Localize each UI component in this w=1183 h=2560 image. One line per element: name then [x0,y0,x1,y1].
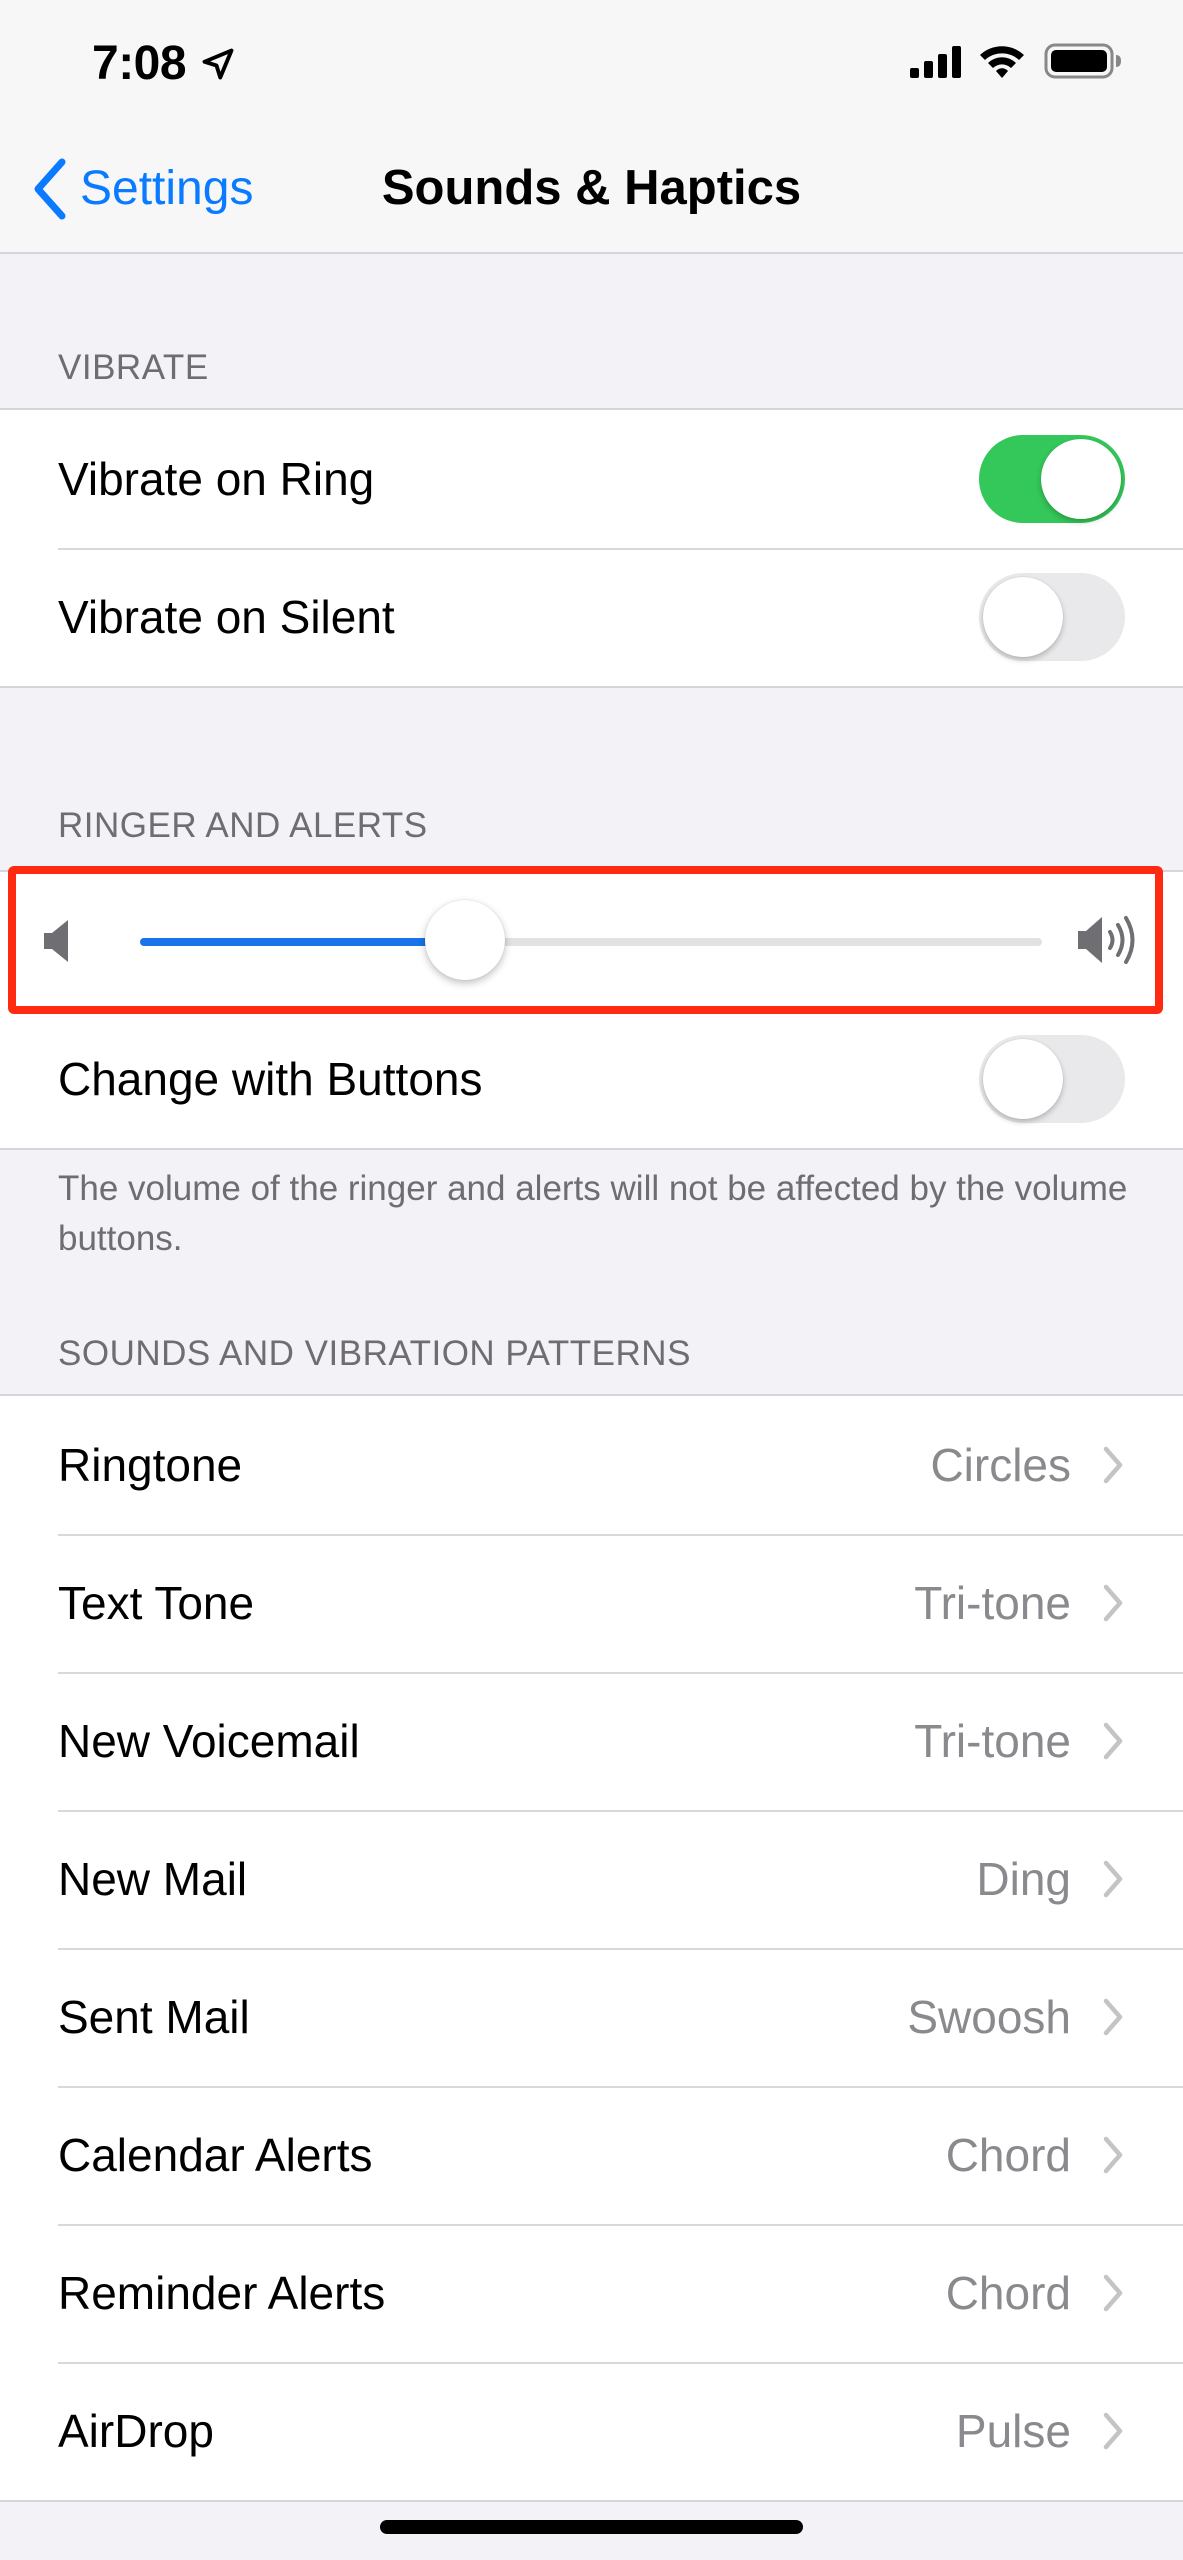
chevron-right-icon [1103,2274,1123,2312]
ringer-footer-note: The volume of the ringer and alerts will… [58,1169,1128,1258]
chevron-right-icon [1103,1860,1123,1898]
chevron-right-icon [1103,2136,1123,2174]
section-header-vibrate: VIBRATE [58,348,209,387]
row-label: New Mail [58,1853,248,1905]
list-item[interactable]: Calendar Alerts Chord [0,2086,1183,2224]
location-arrow-icon [202,48,234,80]
vibrate-group: Vibrate on Ring Vibrate on Silent [0,408,1183,688]
row-vibrate-on-silent: Vibrate on Silent [0,548,1183,686]
list-item[interactable]: New Voicemail Tri-tone [0,1672,1183,1810]
home-indicator [380,2520,803,2534]
chevron-right-icon [1103,1584,1123,1622]
row-label: Change with Buttons [58,1053,483,1105]
wifi-icon [980,46,1024,78]
ringer-volume-row [0,872,1183,1010]
row-label: Ringtone [58,1439,243,1491]
chevron-right-icon [1103,1722,1123,1760]
vibrate-on-silent-toggle[interactable] [979,573,1125,661]
row-change-with-buttons: Change with Buttons [0,1010,1183,1148]
list-item[interactable]: New Mail Ding [0,1810,1183,1948]
chevron-right-icon [1103,1446,1123,1484]
cellular-signal-icon [910,46,961,78]
row-value: Tri-tone [914,1577,1071,1629]
vibrate-on-ring-toggle[interactable] [979,435,1125,523]
chevron-right-icon [1103,1998,1123,2036]
row-value: Tri-tone [914,1715,1071,1767]
row-label: Vibrate on Silent [58,591,395,643]
status-bar: 7:08 [0,0,1183,130]
page-title: Sounds & Haptics [381,161,802,215]
toggle-knob [983,577,1063,657]
list-item[interactable]: Ringtone Circles [0,1396,1183,1534]
row-value: Ding [976,1853,1071,1905]
list-item[interactable]: Sent Mail Swoosh [0,1948,1183,2086]
patterns-group: Ringtone Circles Text Tone Tri-tone New Voic… [0,1394,1183,2502]
slider-thumb[interactable] [424,900,505,980]
ringer-volume-slider[interactable] [140,938,1042,946]
row-vibrate-on-ring: Vibrate on Ring [0,410,1183,548]
row-label: Text Tone [58,1577,255,1629]
row-value: Pulse [955,2405,1071,2457]
section-header-ringer: RINGER AND ALERTS [58,806,428,845]
row-value: Swoosh [907,1991,1071,2043]
toggle-knob [1041,439,1121,519]
list-item[interactable]: AirDrop Pulse [0,2362,1183,2500]
row-value: Chord [945,2129,1071,2181]
toggle-knob [983,1039,1063,1119]
battery-icon [1044,43,1121,79]
row-label: New Voicemail [58,1715,360,1767]
chevron-right-icon [1103,2412,1123,2450]
section-header-patterns: SOUNDS AND VIBRATION PATTERNS [58,1334,691,1373]
speaker-high-icon [1078,916,1135,964]
row-label: Reminder Alerts [58,2267,386,2319]
row-label: Sent Mail [58,1991,250,2043]
change-with-buttons-toggle[interactable] [979,1035,1125,1123]
row-label: Calendar Alerts [58,2129,373,2181]
slider-fill [140,938,465,946]
list-item[interactable]: Text Tone Tri-tone [0,1534,1183,1672]
row-value: Chord [945,2267,1071,2319]
navigation-bar: Settings Sounds & Haptics [0,130,1183,254]
speaker-low-icon [44,920,68,962]
row-value: Circles [930,1439,1071,1491]
row-label: AirDrop [58,2405,214,2457]
status-time: 7:08 [92,37,187,90]
ringer-group: Change with Buttons [0,870,1183,1150]
list-item[interactable]: Reminder Alerts Chord [0,2224,1183,2362]
row-label: Vibrate on Ring [58,453,375,505]
